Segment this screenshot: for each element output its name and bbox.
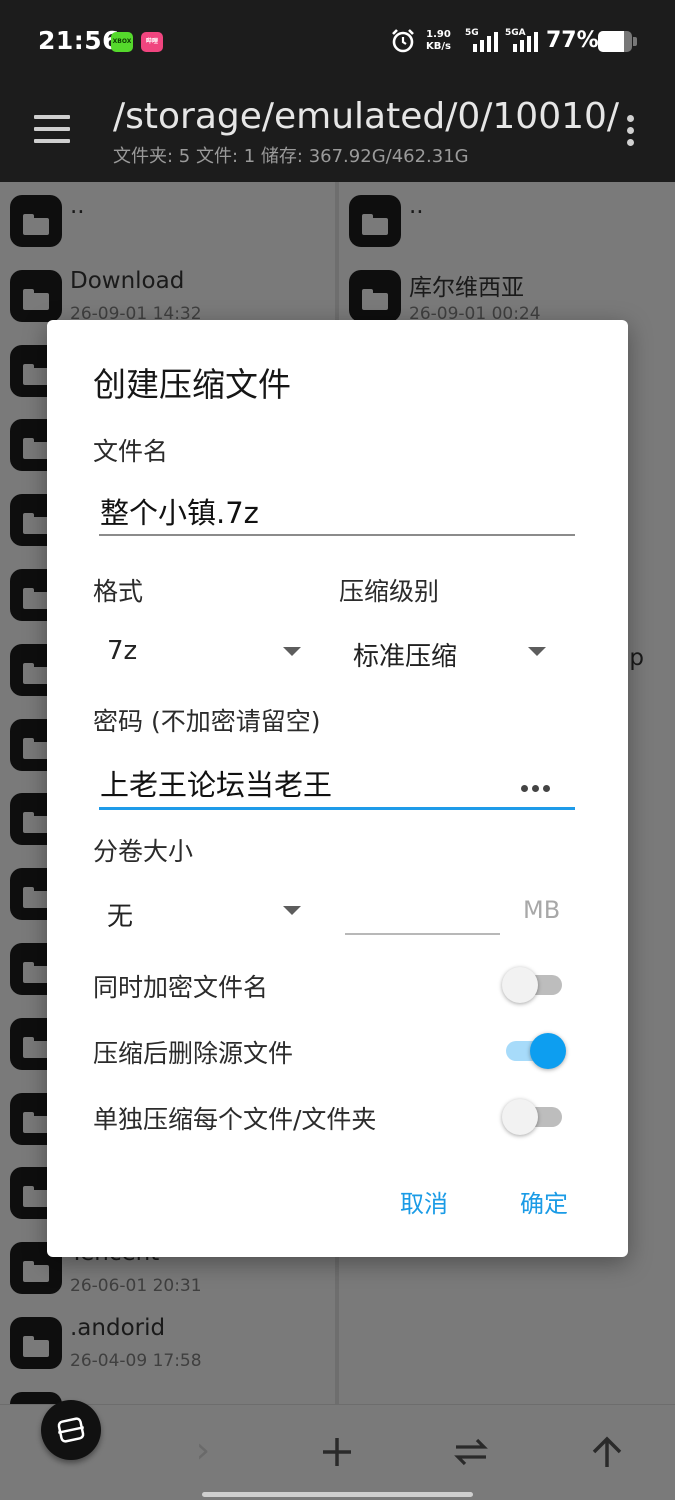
- filename-label: 文件名: [93, 437, 169, 466]
- separate-archive-label: 单独压缩每个文件/文件夹: [93, 1105, 377, 1134]
- file-date: 26-04-09 17:58: [70, 1351, 202, 1371]
- battery-icon: [598, 31, 632, 52]
- forward-arrow-icon[interactable]: ›: [178, 1427, 228, 1477]
- switch-view-button[interactable]: [41, 1400, 101, 1460]
- battery-tip: [633, 37, 637, 46]
- status-time: 21:56: [38, 26, 121, 55]
- folder-icon: [349, 195, 401, 247]
- password-input[interactable]: 上老王论坛当老王: [100, 762, 332, 804]
- volume-size-input[interactable]: [345, 933, 500, 935]
- file-name: Download: [70, 267, 185, 294]
- network-speed-unit: KB/s: [426, 41, 451, 52]
- network-speed-value: 1.90: [426, 29, 451, 40]
- compression-level-label: 压缩级别: [339, 577, 440, 606]
- up-arrow-icon[interactable]: [582, 1427, 632, 1477]
- encrypt-filenames-label: 同时加密文件名: [93, 973, 269, 1002]
- file-row[interactable]: ..: [0, 187, 335, 261]
- format-dropdown-icon[interactable]: [283, 647, 301, 656]
- current-path: /storage/emulated/0/10010/: [113, 96, 620, 137]
- file-name: ..: [70, 193, 85, 219]
- password-label: 密码 (不加密请留空): [93, 707, 321, 736]
- menu-icon[interactable]: [34, 115, 70, 143]
- file-name: 库尔维西亚: [409, 274, 524, 301]
- volume-size-select[interactable]: 无: [107, 896, 133, 933]
- alarm-icon: [392, 29, 414, 53]
- file-row[interactable]: ..: [339, 187, 675, 261]
- volume-size-label: 分卷大小: [93, 837, 194, 866]
- password-visibility-icon[interactable]: [521, 777, 555, 792]
- bilibili-app-icon: 哔哩: [141, 32, 163, 52]
- signal-icon: [473, 32, 498, 52]
- file-row[interactable]: .andorid 26-04-09 17:58: [0, 1309, 335, 1383]
- delete-source-toggle[interactable]: [502, 1030, 566, 1070]
- cancel-button[interactable]: 取消: [400, 1184, 448, 1219]
- battery-percent: 77%: [546, 28, 599, 53]
- file-name: ..: [409, 193, 424, 219]
- signal-icon-2: [513, 32, 538, 52]
- create-archive-dialog: 创建压缩文件 文件名 整个小镇.7z 格式 压缩级别 7z 标准压缩 密码 (不…: [47, 320, 628, 1257]
- format-label: 格式: [93, 577, 144, 606]
- level-dropdown-icon[interactable]: [528, 647, 546, 656]
- volume-dropdown-icon[interactable]: [283, 906, 301, 915]
- switch-view-icon: [57, 1417, 85, 1443]
- separate-archive-toggle[interactable]: [502, 1096, 566, 1136]
- ok-button[interactable]: 确定: [520, 1184, 568, 1219]
- more-options-icon[interactable]: [620, 112, 640, 152]
- storage-summary: 文件夹: 5 文件: 1 储存: 367.92G/462.31G: [113, 146, 469, 167]
- volume-unit: MB: [523, 896, 561, 924]
- swap-panes-icon[interactable]: [446, 1427, 496, 1477]
- delete-source-label: 压缩后删除源文件: [93, 1039, 294, 1068]
- app-toolbar: /storage/emulated/0/10010/ 文件夹: 5 文件: 1 …: [0, 82, 675, 182]
- file-name: .andorid: [70, 1315, 166, 1341]
- bottom-toolbar: ›: [0, 1404, 675, 1500]
- folder-icon: [349, 269, 401, 322]
- folder-icon: [10, 269, 62, 322]
- dialog-title: 创建压缩文件: [93, 365, 291, 404]
- network-speed: 1.90 KB/s: [426, 29, 451, 53]
- folder-icon: [10, 195, 62, 247]
- format-select[interactable]: 7z: [107, 636, 137, 666]
- xbox-app-icon: XBOX: [111, 32, 133, 52]
- filename-input[interactable]: 整个小镇.7z: [100, 490, 259, 532]
- home-indicator[interactable]: [202, 1492, 473, 1497]
- encrypt-filenames-toggle[interactable]: [502, 964, 566, 1004]
- password-underline: [99, 807, 575, 810]
- add-icon[interactable]: [312, 1427, 362, 1477]
- file-date: 26-06-01 20:31: [70, 1276, 202, 1297]
- status-bar: 21:56 XBOX 哔哩 1.90 KB/s 5G 5GA 77%: [0, 0, 675, 82]
- folder-icon: [10, 1317, 62, 1369]
- filename-underline: [99, 534, 575, 536]
- compression-level-select[interactable]: 标准压缩: [353, 636, 457, 673]
